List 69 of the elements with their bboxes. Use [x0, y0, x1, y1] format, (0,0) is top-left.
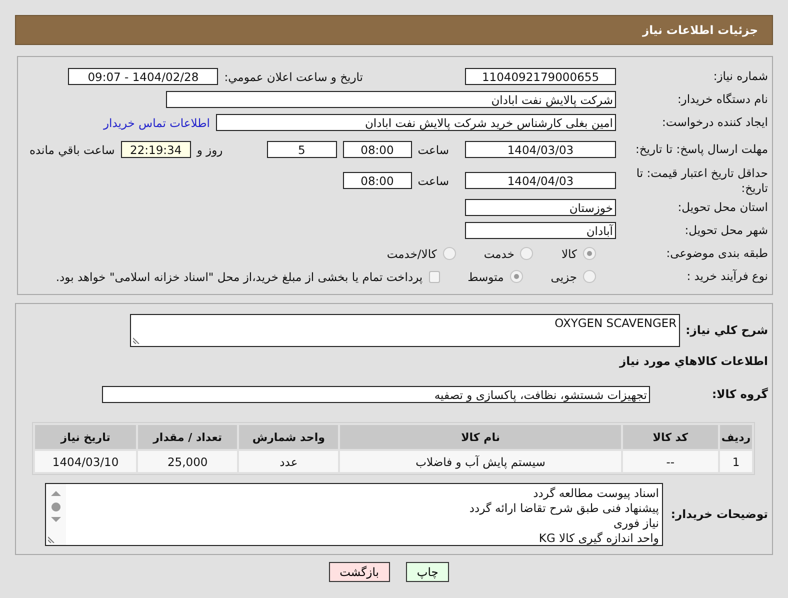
input-field[interactable]: امین بغلی کارشناس خرید شرکت پالایش نفت ابادان [216, 114, 616, 131]
column-header: تعداد / مقدار [138, 425, 238, 449]
contact-link[interactable]: اطلاعات تماس خریدار [103, 116, 210, 130]
description-text: OXYGEN SCAVENGER [554, 316, 678, 330]
column-header: رديف [720, 425, 752, 449]
field-label: حداقل تاریخ اعتبار قیمت: تا تاریخ: [635, 166, 769, 196]
time-label: ساعت [418, 142, 449, 156]
input-field[interactable]: 08:00 [342, 141, 412, 158]
note-line: اسناد پیوست مطالعه گردد [532, 486, 659, 501]
option-label: کالا/خدمت [386, 246, 437, 260]
field-label: نوع فرآیند خرید : [686, 269, 769, 284]
input-field[interactable]: خوزستان [465, 199, 616, 216]
days-field[interactable]: 5 [266, 141, 337, 158]
field-label: توضیحات خریدار: [670, 507, 769, 522]
field-label: گروه کالا: [711, 386, 769, 402]
input-field[interactable]: شرکت پالایش نفت ابادان [166, 91, 616, 108]
table-cell: 25,000 [138, 451, 238, 472]
input-field[interactable]: آبادان [465, 222, 616, 239]
table-cell: -- [622, 451, 718, 472]
input-field[interactable]: 1404/02/28 - 09:07 [68, 68, 218, 85]
resize-grip-icon[interactable] [132, 336, 140, 344]
checkbox[interactable] [428, 270, 440, 282]
column-header: واحد شمارش [239, 425, 338, 449]
column-header: تاریخ نیاز [35, 425, 136, 449]
field-label: تاریخ و ساعت اعلان عمومي: [224, 70, 363, 84]
time-label: ساعت [418, 174, 449, 188]
option-label: متوسط [468, 270, 504, 284]
section-heading: اطلاعات كالاهاي مورد نياز [620, 354, 769, 368]
remaining-label: ساعت باقي مانده [30, 142, 115, 156]
table-cell: عدد [239, 451, 338, 472]
scrollbar[interactable] [46, 484, 66, 545]
note-line: واحد اندازه گیری کالا KG [538, 531, 659, 546]
countdown-field[interactable]: 22:19:34 [120, 141, 191, 158]
option-label: جزیی [550, 270, 577, 284]
days-label: روز و [196, 142, 223, 156]
field-label: مهلت ارسال پاسخ: تا تاریخ: [634, 142, 769, 157]
page-title: جزئیات اطلاعات نیاز [642, 23, 758, 37]
table-cell: سیستم پایش آب و فاضلاب [340, 451, 621, 472]
note-line: نیاز فوری [612, 516, 659, 531]
column-header: نام کالا [340, 425, 621, 449]
input-field[interactable]: 08:00 [342, 172, 412, 189]
description-box[interactable]: OXYGEN SCAVENGER [130, 314, 680, 346]
field-label: طبقه بندی موضوعی: [665, 246, 769, 261]
note-line: پیشنهاد فنی طبق شرح تقاضا ارائه گردد [468, 501, 659, 516]
field-label: شهر محل تحویل: [684, 223, 769, 238]
radio-button[interactable] [510, 270, 523, 283]
field-label: شرح کلي نياز: [686, 322, 769, 338]
field-label: ایجاد کننده درخواست: [661, 115, 769, 130]
print-button[interactable]: چاپ [406, 562, 450, 582]
column-header: کد کالا [622, 425, 718, 449]
radio-button[interactable] [442, 247, 456, 260]
input-field[interactable]: تجهیزات شستشو، نظافت، پاکسازی و تصفیه [102, 386, 650, 402]
table-cell: 1404/03/10 [35, 451, 136, 472]
input-field[interactable]: 1404/03/03 [465, 141, 616, 158]
checkbox-label: پرداخت تمام یا بخشی از مبلغ خرید،از محل "اسناد خزانه اسلامی" خواهد بود. [56, 270, 423, 284]
option-label: خدمت [484, 246, 514, 260]
radio-button[interactable] [583, 247, 596, 260]
input-field[interactable]: 1104092179000655 [465, 68, 616, 85]
back-button[interactable]: بازگشت [328, 562, 390, 582]
notes-box[interactable]: اسناد پیوست مطالعه گردد پیشنهاد فنی طبق شرح تقاضا ارائه گردد نیاز فوری واحد اندازه گیری کالا KG [44, 483, 663, 546]
option-label: کالا [561, 246, 577, 260]
table-cell: 1 [720, 451, 752, 472]
input-field[interactable]: 1404/04/03 [465, 172, 616, 189]
field-label: استان محل تحویل: [676, 200, 769, 215]
field-label: شماره نیاز: [712, 69, 769, 84]
field-label: نام دستگاه خریدار: [676, 92, 769, 107]
resize-grip-icon[interactable] [48, 536, 55, 543]
radio-button[interactable] [583, 270, 596, 283]
radio-button[interactable] [520, 247, 534, 260]
